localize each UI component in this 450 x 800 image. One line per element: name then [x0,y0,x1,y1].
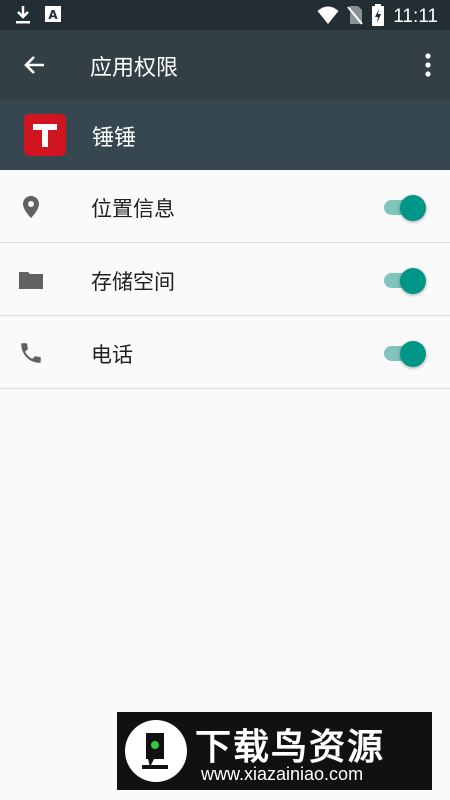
no-sim-icon [347,5,364,29]
watermark-url: www.xiazainiao.com [201,764,364,784]
svg-text:A: A [48,8,58,22]
app-name: 锤锤 [92,126,137,151]
permission-row-location[interactable]: 位置信息 [0,170,450,243]
location-icon [18,194,44,220]
status-bar: A 11:11 [0,0,450,30]
permission-row-storage[interactable]: 存储空间 [0,243,450,316]
status-right-icons: 11:11 [317,4,438,30]
t-logo-icon [33,124,57,147]
wifi-icon [317,5,339,29]
app-icon [24,114,66,156]
toggle-thumb [400,195,426,221]
back-button[interactable] [20,50,50,80]
a-notification-icon: A [44,5,62,29]
permission-label: 存储空间 [91,270,175,294]
storage-toggle[interactable] [382,267,428,294]
watermark: 下载鸟资源 www.xiazainiao.com [117,712,432,790]
app-header: 锤锤 [0,100,450,170]
phone-toggle[interactable] [382,340,428,367]
permission-label: 位置信息 [91,197,175,221]
location-toggle[interactable] [382,194,428,221]
app-bar: 应用权限 [0,30,450,100]
more-options-button[interactable] [422,52,434,78]
more-vert-icon [425,53,431,77]
permission-row-phone[interactable]: 电话 [0,316,450,389]
watermark-title: 下载鸟资源 [195,727,386,768]
status-left-icons: A [14,5,62,29]
status-time: 11:11 [393,6,438,27]
permission-label: 电话 [91,343,133,367]
bird-logo-icon [125,720,187,782]
folder-icon [18,267,44,293]
download-icon [14,5,32,29]
battery-charging-icon [371,4,385,30]
arrow-left-icon [24,56,44,74]
permission-list: 位置信息 存储空间 电话 [0,170,450,389]
toggle-thumb [400,268,426,294]
phone-icon [18,340,44,366]
page-title: 应用权限 [90,56,179,81]
toggle-thumb [400,341,426,367]
